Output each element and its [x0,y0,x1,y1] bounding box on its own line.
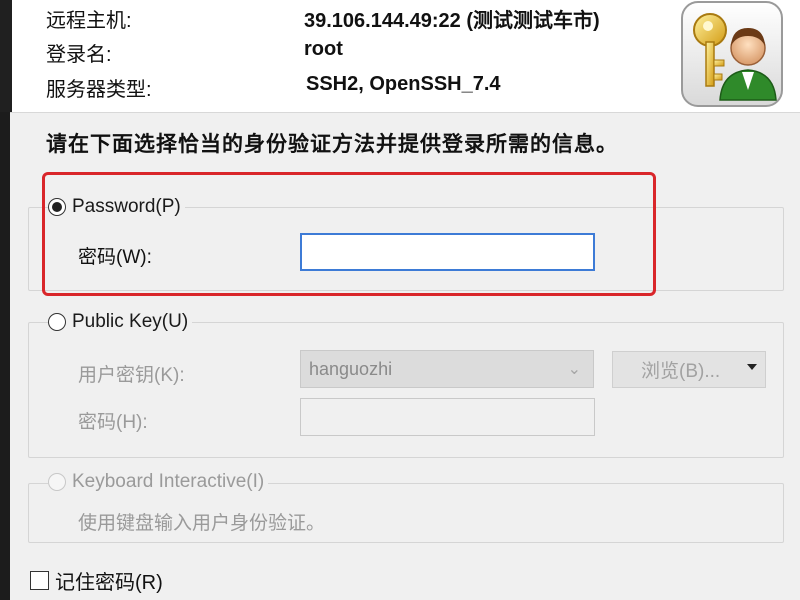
keyboard-hint: 使用键盘输入用户身份验证。 [78,513,326,534]
user-key-value: hanguozhi [309,358,393,379]
browse-button-label: 浏览(B)... [641,361,721,382]
user-key-label: 用户密钥(K): [78,365,185,386]
user-key-select[interactable]: hanguozhi ⌄ [300,350,594,388]
radio-unselected-icon [48,473,66,491]
publickey-groupbox [28,322,784,458]
keyboard-interactive-radio[interactable]: Keyboard Interactive(I) [48,471,269,493]
password-radio-label: Password(P) [72,196,181,217]
publickey-radio[interactable]: Public Key(U) [48,311,193,333]
login-name-value: root [304,38,343,60]
passphrase-label: 密码(H): [78,412,148,433]
window-edge [0,0,12,112]
password-input[interactable] [300,233,595,271]
passphrase-input[interactable] [300,398,595,436]
remote-host-value: 39.106.144.49:22 (测试测试车市) [304,10,600,32]
instruction-text: 请在下面选择恰当的身份验证方法并提供登录所需的信息。 [46,133,618,156]
key-user-icon [681,1,783,107]
dropdown-arrow-icon [747,364,757,370]
window-edge [0,112,10,600]
publickey-radio-label: Public Key(U) [72,311,189,332]
password-field-label: 密码(W): [78,247,152,268]
checkbox-unchecked-icon [30,571,49,590]
browse-button[interactable]: 浏览(B)... [612,351,766,388]
password-radio[interactable]: Password(P) [48,196,185,218]
server-type-value: SSH2, OpenSSH_7.4 [306,73,501,95]
keyboard-radio-label: Keyboard Interactive(I) [72,471,265,492]
chevron-down-icon: ⌄ [567,361,581,378]
login-name-label: 登录名: [46,44,112,66]
remember-password-label: 记住密码(R) [55,572,163,594]
server-type-label: 服务器类型: [46,79,152,101]
radio-selected-icon [48,198,66,216]
login-dialog: 远程主机: 39.106.144.49:22 (测试测试车市) 登录名: roo… [0,0,800,600]
remember-password-checkbox[interactable]: 记住密码(R) [30,566,163,595]
remote-host-label: 远程主机: [46,10,132,32]
radio-unselected-icon [48,313,66,331]
